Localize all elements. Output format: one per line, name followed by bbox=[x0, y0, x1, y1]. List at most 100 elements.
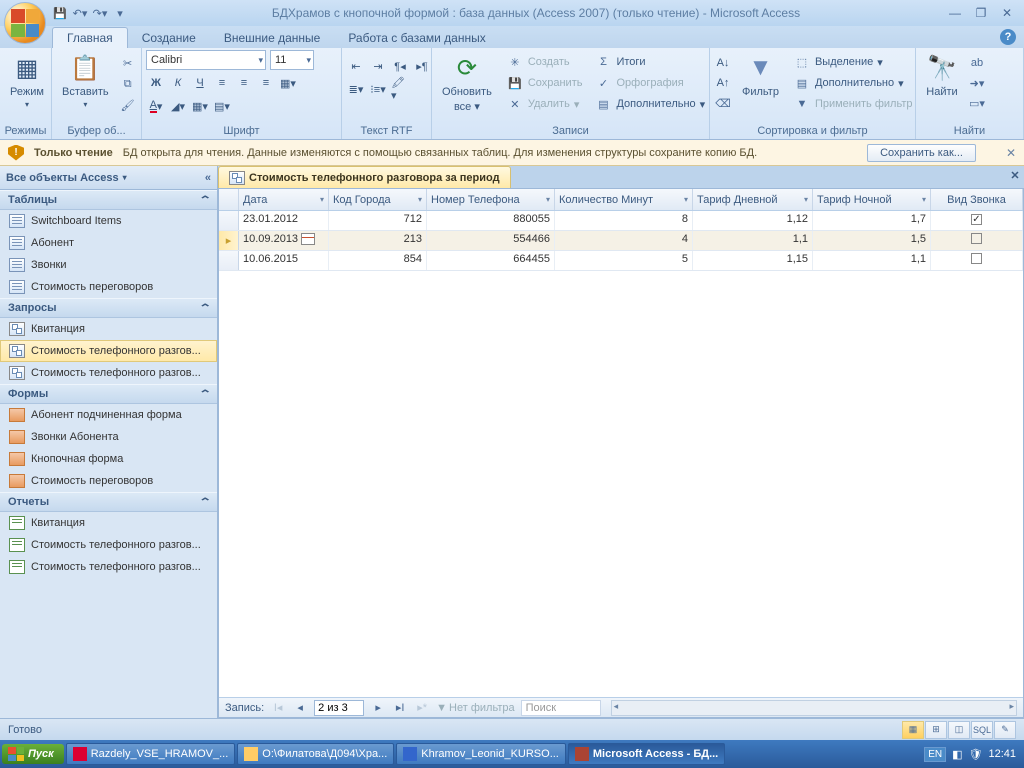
italic-button[interactable]: К bbox=[168, 73, 188, 93]
tab-home[interactable]: Главная bbox=[52, 27, 128, 48]
sql-view-icon[interactable]: SQL bbox=[971, 721, 993, 739]
rtl-icon[interactable]: ▸¶ bbox=[412, 56, 432, 76]
underline-button[interactable]: Ч bbox=[190, 73, 210, 93]
nav-form-3[interactable]: Стоимость переговоров bbox=[0, 470, 217, 492]
nav-table-cost[interactable]: Стоимость переговоров bbox=[0, 276, 217, 298]
indent-dec-icon[interactable]: ⇤ bbox=[346, 56, 366, 76]
taskbar-item[interactable]: Khramov_Leonid_KURSO... bbox=[396, 743, 566, 765]
spelling[interactable]: ✓Орфография bbox=[590, 73, 709, 93]
refresh-button[interactable]: ⟳Обновитьвсе ▾ bbox=[436, 50, 498, 115]
prev-record-icon[interactable]: ◂ bbox=[292, 701, 308, 714]
nav-report-0[interactable]: Квитанция bbox=[0, 512, 217, 534]
bullets-icon[interactable]: ≣▾ bbox=[346, 79, 366, 99]
new-record[interactable]: ✳Создать bbox=[502, 52, 587, 72]
highlight-icon[interactable]: 🖍▾ bbox=[390, 79, 410, 99]
save-record[interactable]: 💾Сохранить bbox=[502, 73, 587, 93]
more[interactable]: ▤Дополнительно ▾ bbox=[590, 94, 709, 114]
record-position[interactable] bbox=[314, 700, 364, 716]
advanced-filter[interactable]: ▤Дополнительно ▾ bbox=[789, 73, 917, 93]
doc-tab[interactable]: Стоимость телефонного разговора за перио… bbox=[218, 166, 511, 188]
clock[interactable]: 12:41 bbox=[988, 748, 1016, 760]
nav-header[interactable]: Все объекты Access▾« bbox=[0, 166, 217, 190]
cut-icon[interactable]: ✂ bbox=[119, 54, 137, 72]
clear-sort-icon[interactable]: ⌫ bbox=[714, 94, 732, 112]
nav-form-0[interactable]: Абонент подчиненная форма bbox=[0, 404, 217, 426]
bold-button[interactable]: Ж bbox=[146, 73, 166, 93]
nav-cat-forms[interactable]: Формы bbox=[0, 384, 217, 404]
doc-close-icon[interactable]: ✕ bbox=[1006, 166, 1024, 188]
new-record-icon[interactable]: ▸* bbox=[414, 701, 430, 714]
delete-record[interactable]: ✕Удалить ▾ bbox=[502, 94, 587, 114]
taskbar-item[interactable]: Microsoft Access - БД... bbox=[568, 743, 725, 765]
grid-body[interactable]: 23.01.2012 712 880055 8 1,12 1,7 ▸ 10.09… bbox=[219, 211, 1023, 697]
undo-icon[interactable]: ↶▾ bbox=[72, 5, 88, 21]
last-record-icon[interactable]: ▸I bbox=[392, 701, 408, 714]
nav-form-2[interactable]: Кнопочная форма bbox=[0, 448, 217, 470]
search-box[interactable]: Поиск bbox=[521, 700, 601, 716]
help-icon[interactable]: ? bbox=[1000, 29, 1016, 45]
restore-button[interactable]: ❐ bbox=[970, 5, 992, 21]
select-all[interactable] bbox=[219, 189, 239, 210]
close-button[interactable]: ✕ bbox=[996, 5, 1018, 21]
first-record-icon[interactable]: I◂ bbox=[270, 701, 286, 714]
replace-icon[interactable]: ab bbox=[968, 54, 986, 72]
gridlines-icon[interactable]: ▦▾ bbox=[278, 73, 298, 93]
selection-filter[interactable]: ⬚Выделение ▾ bbox=[789, 52, 917, 72]
row-selector[interactable] bbox=[219, 211, 239, 230]
taskbar-item[interactable]: O:\Филатова\Д094\Хра... bbox=[237, 743, 394, 765]
gridlines2-icon[interactable]: ▦▾ bbox=[190, 96, 210, 116]
table-row[interactable]: ▸ 10.09.2013 213 554466 4 1,1 1,5 bbox=[219, 231, 1023, 251]
pivottable-view-icon[interactable]: ⊞ bbox=[925, 721, 947, 739]
totals[interactable]: ΣИтоги bbox=[590, 52, 709, 72]
copy-icon[interactable]: ⧉ bbox=[119, 75, 137, 93]
row-selector[interactable] bbox=[219, 251, 239, 270]
sort-desc-icon[interactable]: A↑ bbox=[714, 74, 732, 92]
nav-cat-tables[interactable]: Таблицы bbox=[0, 190, 217, 210]
filter-indicator[interactable]: ▼Нет фильтра bbox=[436, 702, 514, 714]
nav-query-kv[interactable]: Квитанция bbox=[0, 318, 217, 340]
align-left-icon[interactable]: ≡ bbox=[212, 73, 232, 93]
nav-table-zvonki[interactable]: Звонки bbox=[0, 254, 217, 276]
col-kind[interactable]: Вид Звонка bbox=[931, 189, 1023, 210]
align-center-icon[interactable]: ≡ bbox=[234, 73, 254, 93]
col-nightrate[interactable]: Тариф Ночной▾ bbox=[813, 189, 931, 210]
col-date[interactable]: Дата▾ bbox=[239, 189, 329, 210]
fontsize-combo[interactable]: 11 bbox=[270, 50, 314, 70]
row-selector[interactable]: ▸ bbox=[219, 231, 239, 250]
nav-report-2[interactable]: Стоимость телефонного разгов... bbox=[0, 556, 217, 578]
tab-dbtools[interactable]: Работа с базами данных bbox=[334, 28, 499, 48]
next-record-icon[interactable]: ▸ bbox=[370, 701, 386, 714]
nav-query-cost2[interactable]: Стоимость телефонного разгов... bbox=[0, 362, 217, 384]
calendar-icon[interactable] bbox=[301, 233, 315, 245]
select-icon[interactable]: ▭▾ bbox=[968, 94, 986, 112]
toggle-filter[interactable]: ▼Применить фильтр bbox=[789, 94, 917, 114]
find-button[interactable]: 🔭Найти bbox=[920, 50, 964, 100]
view-button[interactable]: ▦Режим▾ bbox=[4, 50, 50, 111]
nav-report-1[interactable]: Стоимость телефонного разгов... bbox=[0, 534, 217, 556]
tray-icon[interactable]: 🛡 bbox=[969, 748, 983, 761]
nav-collapse-icon[interactable]: « bbox=[205, 172, 211, 184]
hscrollbar[interactable] bbox=[611, 700, 1017, 716]
fillcolor-icon[interactable]: ◢▾ bbox=[168, 96, 188, 116]
pivotchart-view-icon[interactable]: ◫ bbox=[948, 721, 970, 739]
nav-query-cost1[interactable]: Стоимость телефонного разгов... bbox=[0, 340, 217, 362]
sort-asc-icon[interactable]: A↓ bbox=[714, 54, 732, 72]
saveas-button[interactable]: Сохранить как... bbox=[867, 144, 976, 162]
redo-icon[interactable]: ↷▾ bbox=[92, 5, 108, 21]
datasheet-view-icon[interactable]: ▦ bbox=[902, 721, 924, 739]
language-indicator[interactable]: EN bbox=[924, 747, 946, 762]
nav-cat-reports[interactable]: Отчеты bbox=[0, 492, 217, 512]
start-button[interactable]: Пуск bbox=[2, 744, 64, 764]
table-row[interactable]: 10.06.2015 854 664455 5 1,15 1,1 bbox=[219, 251, 1023, 271]
format-painter-icon[interactable]: 🖌 bbox=[119, 96, 137, 114]
office-button[interactable] bbox=[4, 2, 46, 44]
paste-button[interactable]: 📋Вставить▾ bbox=[56, 50, 115, 111]
nav-form-1[interactable]: Звонки Абонента bbox=[0, 426, 217, 448]
align-right-icon[interactable]: ≡ bbox=[256, 73, 276, 93]
taskbar-item[interactable]: Razdely_VSE_HRAMOV_... bbox=[66, 743, 236, 765]
qat-more-icon[interactable]: ▾ bbox=[112, 5, 128, 21]
design-view-icon[interactable]: ✎ bbox=[994, 721, 1016, 739]
col-dayrate[interactable]: Тариф Дневной▾ bbox=[693, 189, 813, 210]
indent-inc-icon[interactable]: ⇥ bbox=[368, 56, 388, 76]
fontcolor-icon[interactable]: A▾ bbox=[146, 96, 166, 116]
